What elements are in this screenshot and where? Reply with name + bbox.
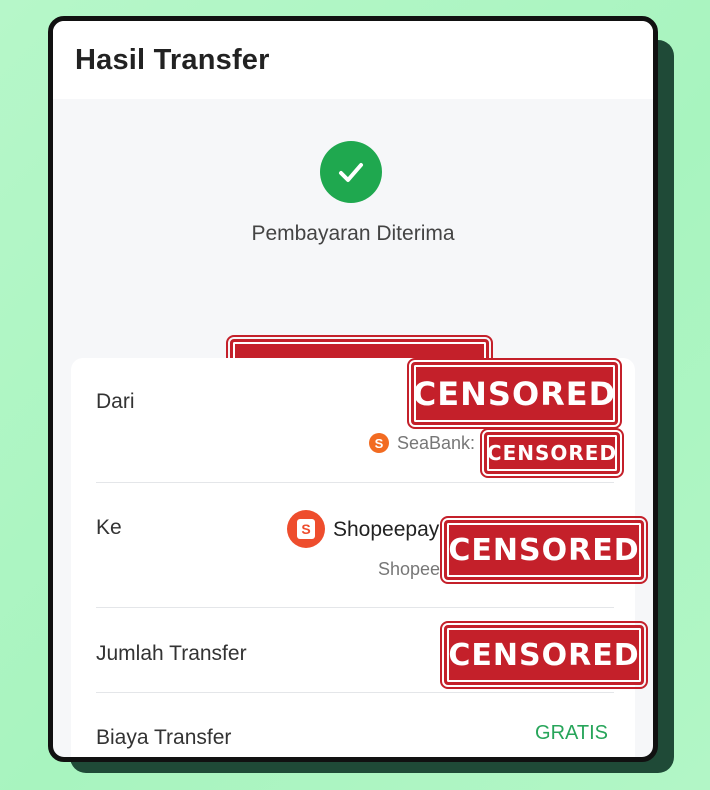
censored-stamp: CENSORED [407,358,622,429]
divider [96,482,614,483]
fee-value: GRATIS [535,722,608,744]
censored-stamp: CENSORED [480,428,624,478]
from-bank-name: SeaBank: [397,433,476,453]
from-label: Dari [96,390,135,413]
fee-label: Biaya Transfer [96,726,232,749]
check-circle-icon [320,141,382,203]
censored-stamp: CENSORED [440,516,648,584]
header: Hasil Transfer [53,21,653,99]
to-wallet-name: Shopeepay [333,518,440,541]
shopeepay-icon: S [287,510,325,548]
seabank-icon: S [369,433,389,453]
transfer-result-card: Hasil Transfer Pembayaran Diterima CENSO… [48,16,658,762]
status-text: Pembayaran Diterima [251,222,455,245]
details-panel: Dari CENSORED S SeaBank: CENSORED Ke S S… [71,358,648,757]
page-title: Hasil Transfer [75,43,270,76]
amount-label: Jumlah Transfer [96,642,247,665]
to-label: Ke [96,516,122,539]
divider [96,607,614,608]
status-section: Pembayaran Diterima CENSORED [53,99,653,419]
censored-stamp: CENSORED [440,621,648,689]
to-sub-label: Shopee [378,559,441,579]
divider [96,692,614,693]
